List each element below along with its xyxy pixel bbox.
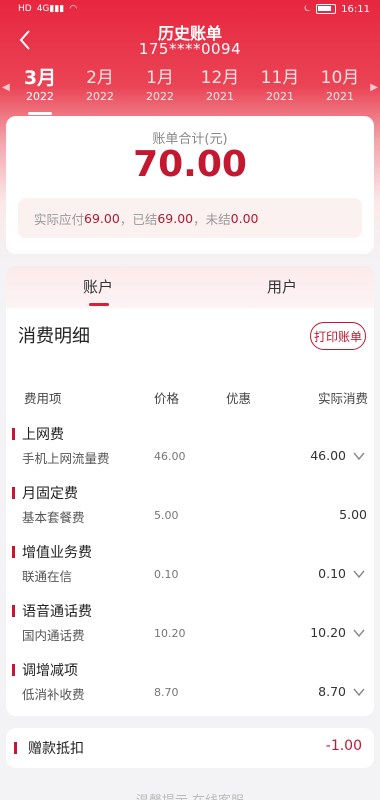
month-label: 3月 [23,67,57,89]
unsettled-label: ，未结 [193,211,231,227]
year-label: 2021 [266,90,294,103]
month-tab-1[interactable]: 2月 2022 [70,66,130,103]
section-name: 增值业务费 [22,545,92,561]
fee-item: 国内通话费 [22,628,85,643]
alarm-icon: ⏾ [304,4,312,14]
month-label: 11月 [260,68,300,88]
fee-actual: 10.20 [310,625,346,640]
section-name: 调增减项 [22,663,78,679]
status-bar: HD 4G▮▮▮ ◠ ⏾ 16:11 [0,0,380,18]
year-label: 2022 [26,90,54,103]
payable-label: 实际应付 [34,211,85,227]
month-tab-5[interactable]: 10月 2021 [310,66,370,103]
fee-section-internet: 上网费 手机上网流量费 46.00 46.00 [6,424,374,484]
section-name: 语音通话费 [22,604,92,620]
fee-price: 0.10 [154,568,179,581]
hd-icon: HD [18,4,32,14]
fee-actual: 0.10 [318,566,346,581]
chevron-down-icon[interactable] [352,449,366,463]
section-marker [14,742,17,754]
active-tab-indicator [89,303,109,306]
fee-section-adjustment: 调增减项 低消补收费 8.70 8.70 [6,660,374,720]
column-header-price: 价格 [154,391,180,406]
fee-item: 手机上网流量费 [22,451,110,466]
status-time: 16:11 [341,3,370,15]
fee-actual: 5.00 [339,507,367,522]
section-name: 上网费 [22,427,64,443]
month-label: 10月 [320,68,360,88]
detail-title: 消费明细 [18,326,90,347]
month-scroll-right-icon[interactable]: ▶ [370,82,378,93]
section-name: 月固定费 [22,486,78,502]
fee-item: 基本套餐费 [22,510,85,525]
footer-hint[interactable]: 温馨提示 在线客服 [0,790,380,800]
settled-label: ，已结 [119,211,158,227]
year-label: 2021 [206,90,234,103]
fee-price: 10.20 [154,627,186,640]
signal-4g-icon: 4G▮▮▮ [36,4,65,14]
total-amount: 70.00 [133,144,247,185]
chevron-down-icon[interactable] [352,567,366,581]
section-marker [12,664,15,676]
fee-price: 5.00 [154,509,179,522]
consumption-detail-panel: 消费明细 打印账单 费用项 价格 优惠 实际消费 上网费 手机上网流量费 46.… [6,308,374,716]
column-header-item: 费用项 [24,391,62,406]
unsettled-amount: 0.00 [230,210,259,226]
month-label: 12月 [200,68,240,88]
fee-item: 低消补收费 [22,687,85,702]
phone-number: 175****0094 [138,40,242,58]
payment-summary: 实际应付 69.00 ，已结 69.00 ，未结 0.00 [18,198,362,238]
month-scroll-left-icon[interactable]: ◀ [2,82,10,93]
fee-price: 46.00 [154,450,186,463]
month-tab-2[interactable]: 1月 2022 [130,66,190,103]
year-label: 2022 [86,90,114,103]
month-tab-4[interactable]: 11月 2021 [250,66,310,103]
section-marker [12,546,15,558]
fee-actual: 8.70 [318,684,346,699]
chevron-down-icon[interactable] [352,626,366,640]
tab-account[interactable]: 账户 [6,276,190,297]
column-header-discount: 优惠 [226,391,252,406]
year-label: 2022 [146,90,174,103]
deduction-name: 赠款抵扣 [28,741,84,757]
fee-section-monthly: 月固定费 基本套餐费 5.00 5.00 [6,483,374,543]
section-marker [12,428,15,440]
print-bill-button[interactable]: 打印账单 [310,322,366,350]
column-header-actual: 实际消费 [318,391,369,406]
wifi-icon: ◠ [69,4,78,14]
active-month-indicator [28,112,52,115]
battery-icon [316,4,337,14]
fee-actual: 46.00 [310,448,346,463]
payable-amount: 69.00 [84,210,120,226]
year-label: 2021 [326,90,354,103]
fee-section-voice: 语音通话费 国内通话费 10.20 10.20 [6,601,374,661]
month-label: 1月 [146,68,174,88]
bill-summary-card: 账单合计(元) 70.00 实际应付 69.00 ，已结 69.00 ，未结 0… [6,116,374,254]
month-label: 2月 [86,68,114,88]
month-selector: ◀ 3月 2022 2月 2022 1月 2022 12月 2021 11月 2… [0,66,380,115]
section-marker [12,605,15,617]
settled-amount: 69.00 [157,210,194,226]
month-tab-3[interactable]: 12月 2021 [190,66,250,103]
deduction-value: -1.00 [325,738,362,754]
section-marker [12,487,15,499]
fee-section-value-added: 增值业务费 联通在信 0.10 0.10 [6,542,374,602]
gift-deduction-row: 赠款抵扣 -1.00 [6,728,374,768]
fee-price: 8.70 [154,686,179,699]
tab-user[interactable]: 用户 [190,276,374,297]
fee-item: 联通在信 [22,569,73,584]
month-tab-0[interactable]: 3月 2022 [10,66,70,115]
chevron-down-icon[interactable] [352,685,366,699]
account-user-tabs: 账户 用户 [6,266,374,310]
